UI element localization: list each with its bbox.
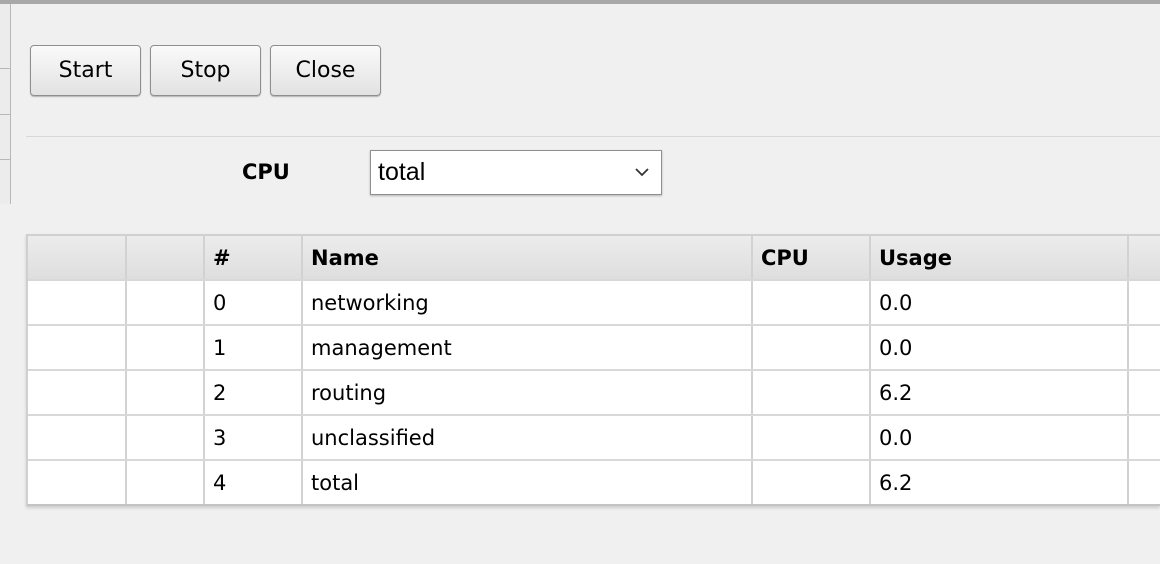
cell-cpu <box>752 280 871 326</box>
cell-cpu <box>752 325 871 371</box>
column-header-cpu[interactable]: CPU <box>752 236 871 281</box>
left-strip-divider <box>0 159 10 160</box>
cell-cpu <box>752 415 871 461</box>
cell-blank <box>126 415 205 461</box>
table-row[interactable]: 2 routing 6.2 <box>28 370 1160 416</box>
cpu-filter-select[interactable]: total <box>370 150 662 195</box>
left-strip-divider <box>0 114 10 115</box>
cell-blank <box>126 370 205 416</box>
column-header-usage[interactable]: Usage <box>870 236 1129 281</box>
cell-index: 1 <box>204 325 303 371</box>
chevron-down-icon <box>635 168 649 177</box>
cpu-filter-selected-value: total <box>378 158 426 186</box>
cell-index: 0 <box>204 280 303 326</box>
cell-blank <box>1128 460 1160 504</box>
start-button[interactable]: Start <box>30 45 141 96</box>
cell-name: management <box>302 325 753 371</box>
stop-button[interactable]: Stop <box>150 45 261 96</box>
cell-blank <box>28 280 127 326</box>
cell-blank <box>1128 280 1160 326</box>
cell-blank <box>126 280 205 326</box>
left-strip-divider <box>0 68 10 69</box>
window-top-border <box>0 0 1160 4</box>
table-row[interactable]: 1 management 0.0 <box>28 325 1160 371</box>
cell-blank <box>1128 415 1160 461</box>
cell-cpu <box>752 370 871 416</box>
cell-blank <box>28 370 127 416</box>
cell-blank <box>28 325 127 371</box>
cell-name: routing <box>302 370 753 416</box>
cell-name: networking <box>302 280 753 326</box>
cell-usage: 6.2 <box>870 460 1129 504</box>
cell-blank <box>126 325 205 371</box>
cell-index: 3 <box>204 415 303 461</box>
column-header-blank-2[interactable] <box>126 236 205 281</box>
column-header-blank-1[interactable] <box>28 236 127 281</box>
left-side-panel-edge <box>0 4 11 204</box>
cell-index: 2 <box>204 370 303 416</box>
table-row[interactable]: 0 networking 0.0 <box>28 280 1160 326</box>
column-header-index[interactable]: # <box>204 236 303 281</box>
table-row[interactable]: 4 total 6.2 <box>28 460 1160 504</box>
column-header-blank-3[interactable] <box>1128 236 1160 281</box>
cell-index: 4 <box>204 460 303 504</box>
cell-blank <box>1128 325 1160 371</box>
cell-cpu <box>752 460 871 504</box>
cell-name: total <box>302 460 753 504</box>
table-header-row: # Name CPU Usage <box>28 236 1160 281</box>
toolbar-separator <box>26 136 1160 137</box>
toolbar: Start Stop Close <box>30 45 381 96</box>
cell-usage: 0.0 <box>870 280 1129 326</box>
cell-blank <box>28 415 127 461</box>
column-header-name[interactable]: Name <box>302 236 753 281</box>
cpu-filter-label: CPU <box>242 160 290 184</box>
cell-blank <box>126 460 205 504</box>
close-button[interactable]: Close <box>270 45 381 96</box>
table-row[interactable]: 3 unclassified 0.0 <box>28 415 1160 461</box>
cell-blank <box>28 460 127 504</box>
cell-usage: 6.2 <box>870 370 1129 416</box>
profile-table: # Name CPU Usage 0 networking 0.0 1 mana… <box>26 234 1160 506</box>
cell-usage: 0.0 <box>870 415 1129 461</box>
cell-name: unclassified <box>302 415 753 461</box>
cell-usage: 0.0 <box>870 325 1129 371</box>
cell-blank <box>1128 370 1160 416</box>
